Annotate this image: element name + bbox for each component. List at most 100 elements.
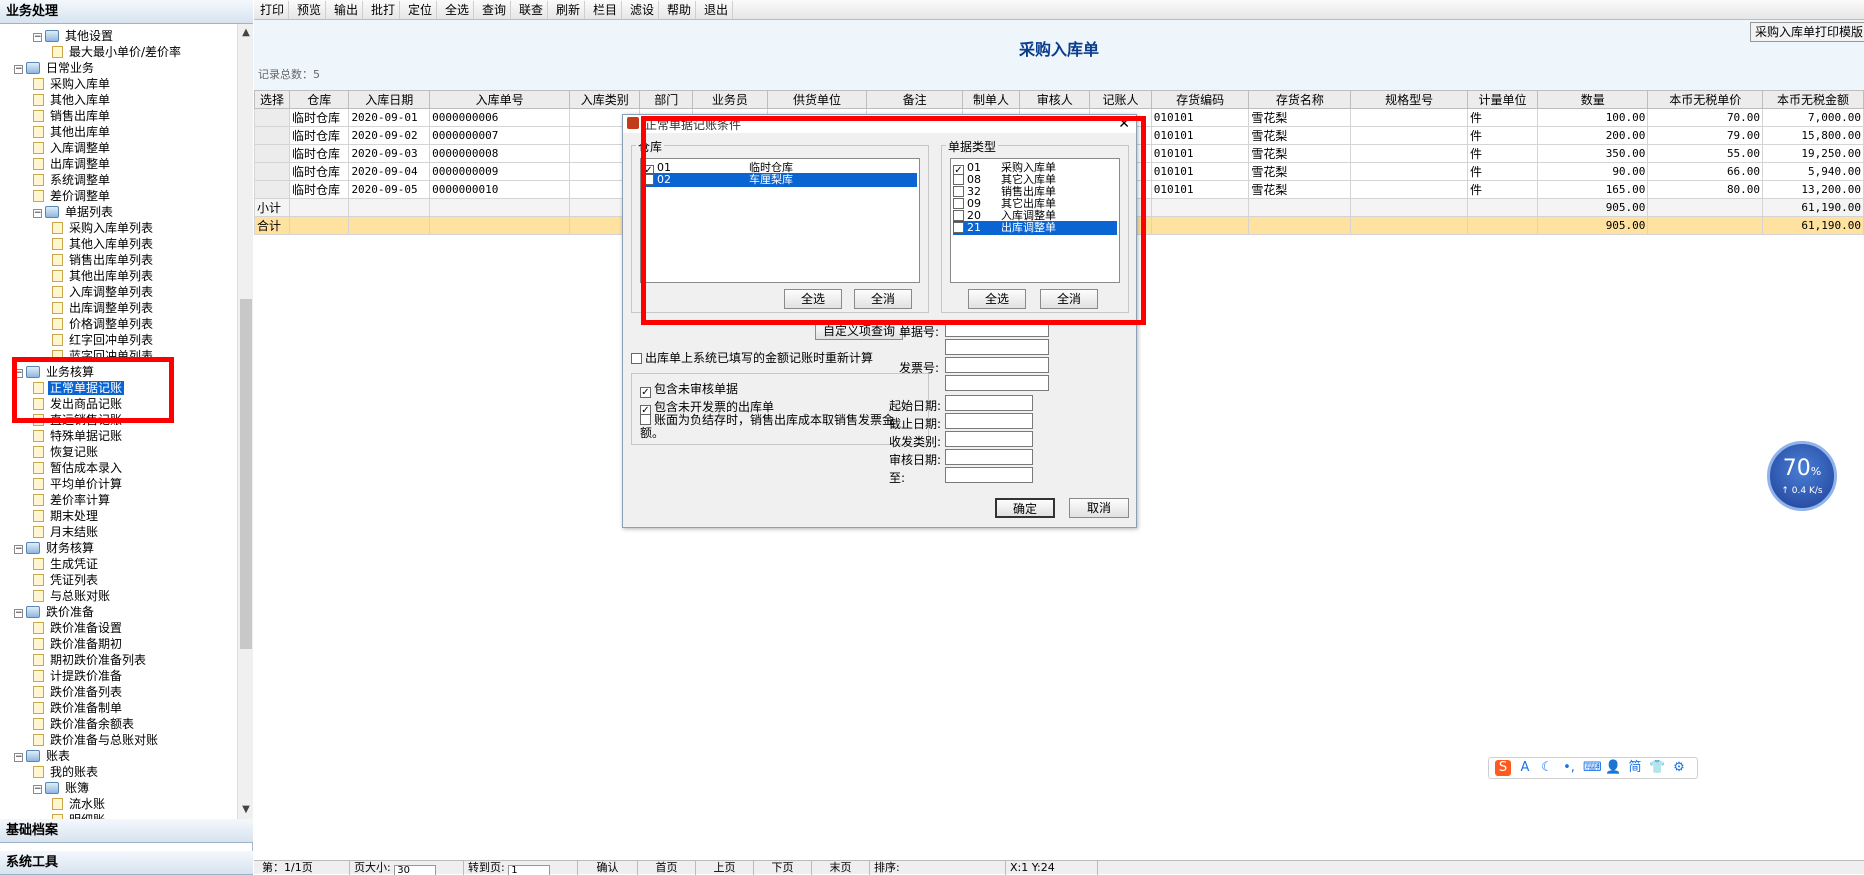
- end-date-input[interactable]: [945, 413, 1033, 429]
- column-header[interactable]: 规格型号: [1350, 90, 1469, 109]
- tree-item[interactable]: 期初跌价准备列表: [33, 652, 148, 668]
- tree-item[interactable]: 差价率计算: [33, 492, 112, 508]
- tree-folder[interactable]: − 单据列表: [33, 204, 115, 220]
- ok-button[interactable]: 确定: [995, 498, 1055, 518]
- scroll-down-icon[interactable]: ▼: [238, 803, 254, 817]
- cancel-button[interactable]: 取消: [1069, 498, 1129, 518]
- tree-item[interactable]: 我的账表: [33, 764, 100, 780]
- recalc-checkbox-box[interactable]: [631, 353, 642, 364]
- punctuation-icon[interactable]: •,: [1561, 760, 1577, 776]
- row-select-cell[interactable]: [253, 108, 291, 127]
- toolbar-button[interactable]: 全选: [441, 1, 475, 19]
- column-header[interactable]: 本币无税单价: [1647, 90, 1764, 109]
- last-page-button[interactable]: 末页: [812, 861, 870, 875]
- tree-item[interactable]: 平均单价计算: [33, 476, 124, 492]
- column-header[interactable]: 记账人: [1089, 90, 1152, 109]
- tree-item[interactable]: 采购入库单: [33, 76, 112, 92]
- system-tools-header[interactable]: 系统工具: [0, 851, 253, 875]
- tree-folder[interactable]: − 账表: [14, 748, 72, 764]
- tree-item[interactable]: 流水账: [52, 796, 107, 812]
- invoice-no-input[interactable]: [945, 357, 1049, 373]
- tree-item[interactable]: 跌价准备余额表: [33, 716, 136, 732]
- keyboard-icon[interactable]: ⌨: [1583, 760, 1602, 776]
- collapse-icon[interactable]: −: [14, 609, 23, 618]
- tree-item[interactable]: 跌价准备制单: [33, 700, 124, 716]
- toolbar-button[interactable]: 退出: [700, 1, 734, 19]
- first-page-button[interactable]: 首页: [638, 861, 696, 875]
- toolbar-button[interactable]: 刷新: [552, 1, 586, 19]
- tree-item[interactable]: 明细账: [52, 812, 107, 819]
- tree-item[interactable]: 特殊单据记账: [33, 428, 124, 444]
- audit-date-to-input[interactable]: [945, 467, 1033, 483]
- column-header[interactable]: 存货名称: [1248, 90, 1352, 109]
- tree-scrollbar[interactable]: ▲ ▼: [237, 24, 253, 819]
- row-select-cell[interactable]: [253, 126, 291, 145]
- skin-icon[interactable]: 👕: [1649, 760, 1665, 776]
- collapse-icon[interactable]: −: [33, 33, 42, 42]
- start-date-input[interactable]: [945, 395, 1033, 411]
- toolbar-button[interactable]: 查询: [478, 1, 512, 19]
- tree-item[interactable]: 红字回冲单列表: [52, 332, 155, 348]
- confirm-button[interactable]: 确认: [578, 861, 638, 875]
- tree-item[interactable]: 入库调整单: [33, 140, 112, 156]
- option-unaudited-box[interactable]: ✓: [640, 387, 651, 398]
- column-header[interactable]: 入库日期: [348, 90, 431, 109]
- scroll-up-icon[interactable]: ▲: [238, 26, 254, 40]
- toolbar-button[interactable]: 打印: [256, 1, 290, 19]
- column-header[interactable]: 部门: [639, 90, 694, 109]
- basic-archive-header[interactable]: 基础档案: [0, 819, 253, 843]
- column-header[interactable]: 制单人: [961, 90, 1021, 109]
- tree-item[interactable]: 入库调整单列表: [52, 284, 155, 300]
- tree-folder[interactable]: − 财务核算: [14, 540, 96, 556]
- io-category-input[interactable]: [945, 431, 1033, 447]
- column-header[interactable]: 业务员: [692, 90, 768, 109]
- column-header[interactable]: 审核人: [1019, 90, 1091, 109]
- column-header[interactable]: 仓库: [289, 90, 350, 109]
- simplified-icon[interactable]: 简: [1627, 760, 1643, 776]
- tree-item[interactable]: 跌价准备期初: [33, 636, 124, 652]
- tree-item[interactable]: 与总账对账: [33, 588, 112, 604]
- tree-folder[interactable]: − 其他设置: [33, 28, 115, 44]
- collapse-icon[interactable]: −: [14, 65, 23, 74]
- column-header[interactable]: 本币无税金额: [1762, 90, 1864, 109]
- tree-item[interactable]: 跌价准备与总账对账: [33, 732, 160, 748]
- row-select-cell[interactable]: [253, 144, 291, 163]
- tree-item[interactable]: 跌价准备设置: [33, 620, 124, 636]
- tree-item[interactable]: 生成凭证: [33, 556, 100, 572]
- tree-folder[interactable]: − 跌价准备: [14, 604, 96, 620]
- moon-icon[interactable]: ☾: [1539, 760, 1555, 776]
- column-header[interactable]: 供货单位: [766, 90, 868, 109]
- tree-item[interactable]: 差价调整单: [33, 188, 112, 204]
- invoice-no-to-input[interactable]: [945, 375, 1049, 391]
- tree-item[interactable]: 出库调整单列表: [52, 300, 155, 316]
- toolbar-button[interactable]: 栏目: [589, 1, 623, 19]
- tree-item[interactable]: 期末处理: [33, 508, 100, 524]
- tree-item[interactable]: 其他入库单: [33, 92, 112, 108]
- tree-item[interactable]: 凭证列表: [33, 572, 100, 588]
- column-header[interactable]: 存货编码: [1150, 90, 1250, 109]
- row-select-cell[interactable]: [253, 162, 291, 181]
- next-page-button[interactable]: 下页: [754, 861, 812, 875]
- collapse-icon[interactable]: −: [33, 209, 42, 218]
- column-header[interactable]: 入库单号: [429, 90, 571, 109]
- tree-item[interactable]: 系统调整单: [33, 172, 112, 188]
- option-negative-balance[interactable]: 账面为负结存时，销售出库成本取销售发票金额。: [640, 414, 900, 440]
- column-header[interactable]: 入库类别: [569, 90, 641, 109]
- column-header[interactable]: 计量单位: [1467, 90, 1539, 109]
- tree-item[interactable]: 其他出库单列表: [52, 268, 155, 284]
- collapse-icon[interactable]: −: [14, 545, 23, 554]
- tree-item[interactable]: 暂估成本录入: [33, 460, 124, 476]
- column-header[interactable]: 备注: [866, 90, 963, 109]
- toolbar-button[interactable]: 联查: [515, 1, 549, 19]
- option-unaudited[interactable]: ✓ 包含未审核单据: [640, 380, 738, 398]
- toolbar-button[interactable]: 预览: [293, 1, 327, 19]
- column-header[interactable]: 数量: [1537, 90, 1649, 109]
- tree-item[interactable]: 跌价准备列表: [33, 684, 124, 700]
- tree-item[interactable]: 销售出库单列表: [52, 252, 155, 268]
- scrollbar-thumb[interactable]: [240, 299, 252, 649]
- tree-folder[interactable]: − 日常业务: [14, 60, 96, 76]
- tree-item[interactable]: 采购入库单列表: [52, 220, 155, 236]
- toolbar-button[interactable]: 输出: [330, 1, 364, 19]
- prev-page-button[interactable]: 上页: [696, 861, 754, 875]
- tree-item[interactable]: 其他出库单: [33, 124, 112, 140]
